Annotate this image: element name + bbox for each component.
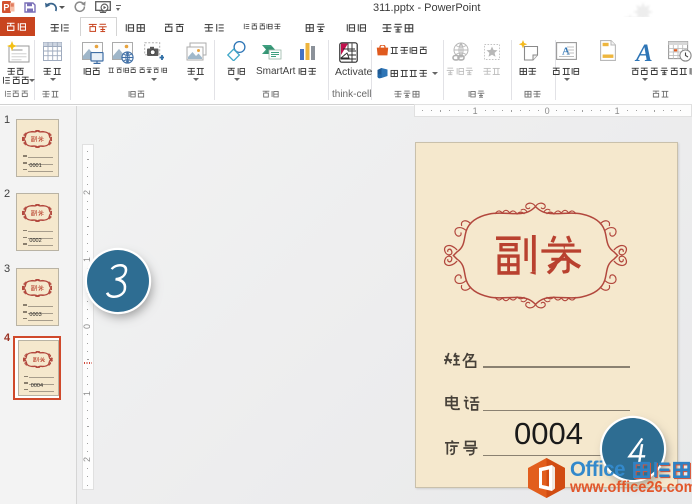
svg-text:P: P [3,2,9,12]
